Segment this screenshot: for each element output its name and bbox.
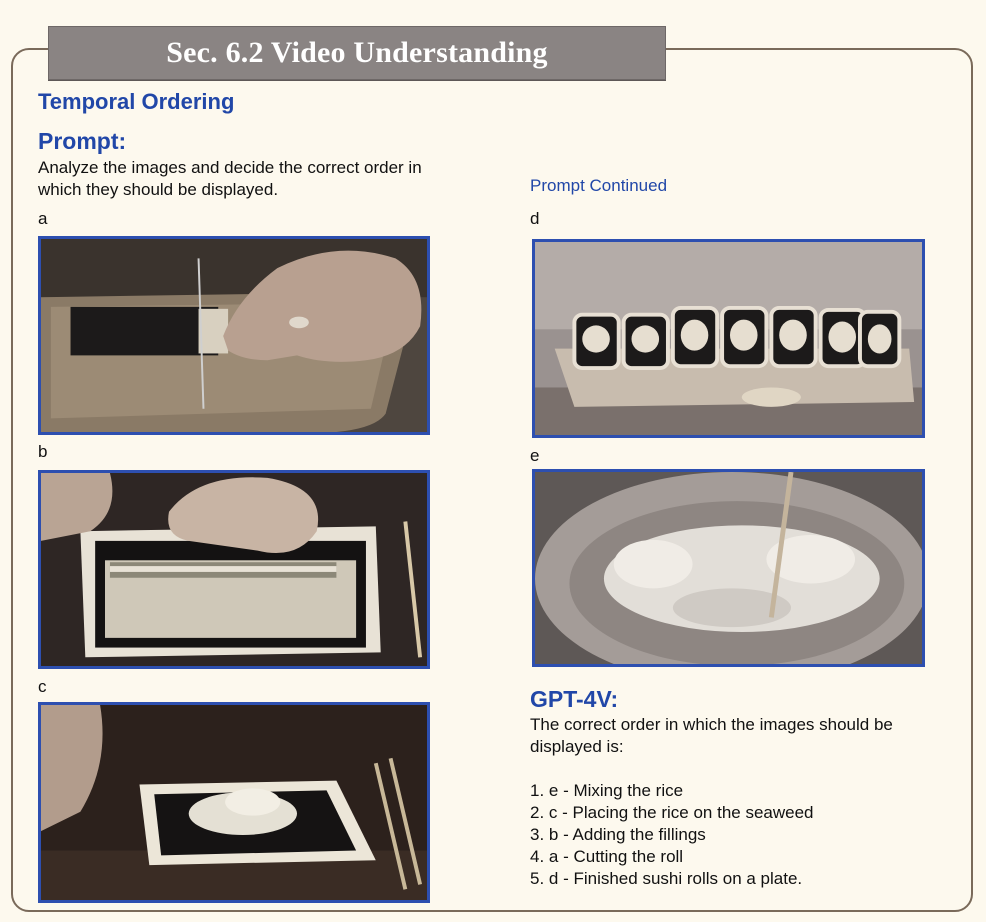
image-c-frame xyxy=(38,702,430,903)
section-title: Sec. 6.2 Video Understanding xyxy=(166,36,548,69)
image-a-label: a xyxy=(38,209,48,228)
order-item: 4. a - Cutting the roll xyxy=(530,847,684,866)
task-title: Temporal Ordering xyxy=(38,89,235,114)
prompt-continued: Prompt Continued xyxy=(530,176,668,195)
image-d-finished-rolls xyxy=(535,242,922,435)
image-b-frame xyxy=(38,470,430,669)
image-e-mixing-rice xyxy=(535,472,922,664)
image-d-frame xyxy=(532,239,925,438)
response-intro-line1: The correct order in which the images sh… xyxy=(530,715,893,734)
order-item: 3. b - Adding the fillings xyxy=(530,825,706,844)
image-c-label: c xyxy=(38,677,47,696)
section-title-bar: Sec. 6.2 Video Understanding xyxy=(48,26,666,80)
image-b-label: b xyxy=(38,442,48,461)
response-intro-line2: displayed is: xyxy=(530,737,624,756)
image-e-frame xyxy=(532,469,925,667)
prompt-text-line2: which they should be displayed. xyxy=(38,180,279,199)
image-a-cutting-roll xyxy=(41,239,427,432)
response-heading: GPT-4V: xyxy=(530,686,619,712)
order-item: 2. c - Placing the rice on the seaweed xyxy=(530,803,814,822)
image-d-label: d xyxy=(530,209,540,228)
image-b-adding-fillings xyxy=(41,473,427,666)
prompt-text-line1: Analyze the images and decide the correc… xyxy=(38,158,422,177)
image-e-label: e xyxy=(530,446,540,465)
order-list: 1. e - Mixing the rice 2. c - Placing th… xyxy=(530,780,814,890)
prompt-heading: Prompt: xyxy=(38,128,127,154)
image-c-placing-rice xyxy=(41,705,427,900)
order-item: 5. d - Finished sushi rolls on a plate. xyxy=(530,869,803,888)
order-item: 1. e - Mixing the rice xyxy=(530,781,684,800)
image-a-frame xyxy=(38,236,430,435)
